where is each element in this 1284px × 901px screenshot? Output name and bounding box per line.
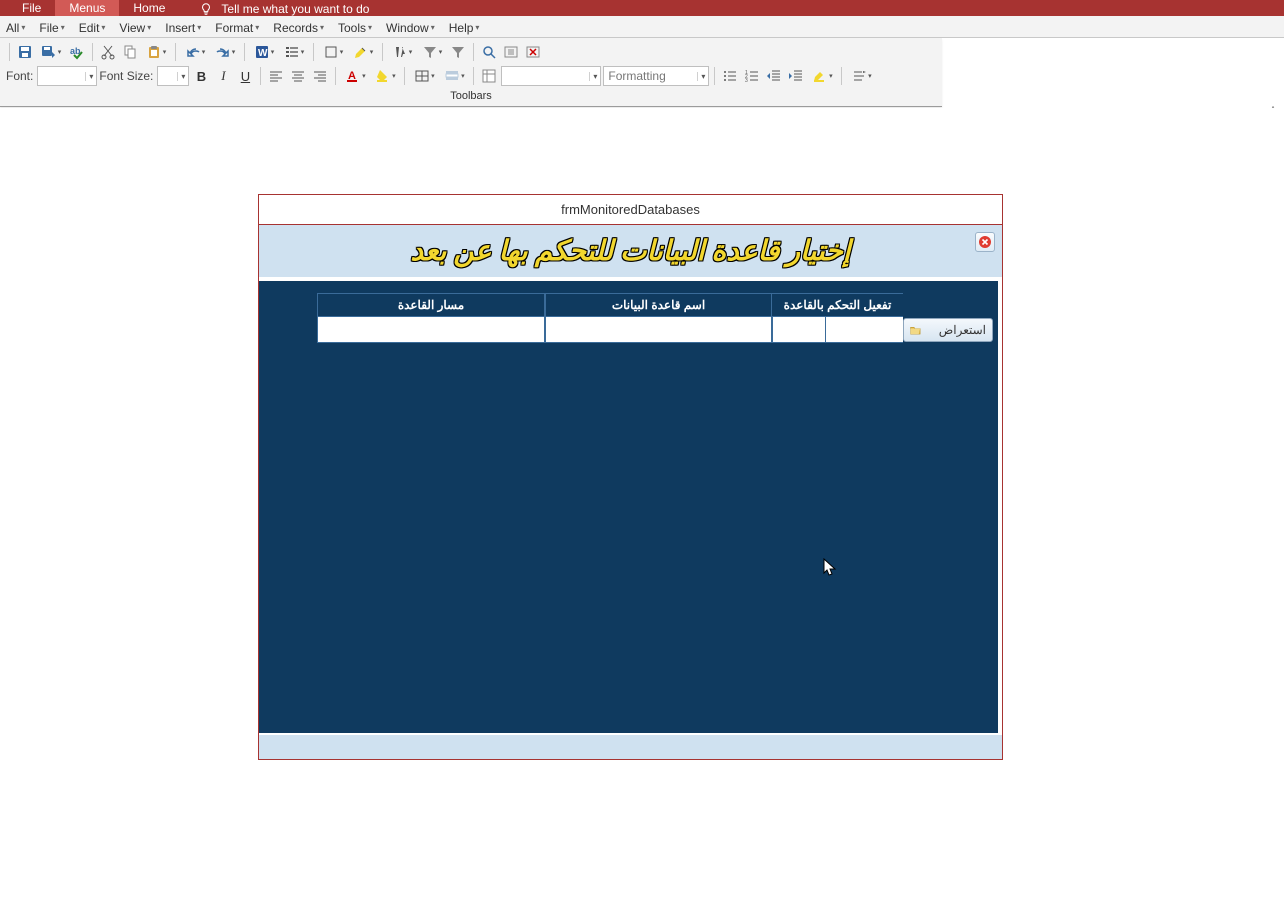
form-footer bbox=[259, 735, 1002, 759]
save-as-dropdown[interactable]: ▾ bbox=[37, 42, 65, 62]
form-titlebar: frmMonitoredDatabases bbox=[259, 195, 1002, 225]
bold-button[interactable]: B bbox=[191, 66, 211, 86]
tab-menus[interactable]: Menus bbox=[55, 0, 119, 16]
cut-button[interactable] bbox=[98, 42, 118, 62]
redo-button[interactable]: ▾ bbox=[211, 42, 239, 62]
col-enable: تفعيل التحكم بالقاعدة bbox=[771, 293, 903, 317]
align-right-button[interactable] bbox=[310, 66, 330, 86]
menu-all[interactable]: All▾ bbox=[6, 21, 25, 35]
menu-file[interactable]: File▾ bbox=[39, 21, 64, 35]
highlight-color-button[interactable]: ▾ bbox=[808, 66, 836, 86]
fill-color-button[interactable]: ▾ bbox=[371, 66, 399, 86]
menu-window[interactable]: Window▾ bbox=[386, 21, 435, 35]
close-icon bbox=[978, 235, 992, 249]
align-center-button[interactable] bbox=[288, 66, 308, 86]
col-db-name: اسم قاعدة البيانات bbox=[545, 293, 771, 317]
grid-head: تفعيل التحكم بالقاعدة اسم قاعدة البيانات… bbox=[271, 293, 995, 317]
underline-button[interactable]: U bbox=[235, 66, 255, 86]
toolbar-row-1: ▾ ab ▾ ▾ ▾ W▾ ▾ ▾ ▾ ▾ ▾ bbox=[4, 40, 938, 64]
menu-insert[interactable]: Insert▾ bbox=[165, 21, 201, 35]
canvas: frmMonitoredDatabases إختيار قاعدة البيا… bbox=[0, 108, 1284, 901]
paste-button[interactable]: ▾ bbox=[142, 42, 170, 62]
browse-button[interactable]: استعراض bbox=[903, 318, 993, 342]
grid-area: تفعيل التحكم بالقاعدة اسم قاعدة البيانات… bbox=[259, 281, 998, 733]
menu-records[interactable]: Records▾ bbox=[273, 21, 324, 35]
toolbar-row-2: Font: ▾ Font Size: ▾ B I U A▾ ▾ ▾ ▾ ▾ Fo… bbox=[4, 64, 938, 88]
folder-icon bbox=[910, 323, 921, 337]
new-record-button[interactable] bbox=[501, 42, 521, 62]
highlight-button[interactable]: ▾ bbox=[349, 42, 377, 62]
cell-db-name[interactable] bbox=[545, 317, 771, 343]
gridlines-button[interactable]: ▾ bbox=[410, 66, 438, 86]
lightbulb-icon bbox=[199, 2, 213, 16]
copy-button[interactable] bbox=[120, 42, 140, 62]
decrease-indent-button[interactable] bbox=[764, 66, 784, 86]
grid-table: تفعيل التحكم بالقاعدة اسم قاعدة البيانات… bbox=[271, 293, 995, 343]
col-db-path: مسار القاعدة bbox=[317, 293, 545, 317]
font-label: Font: bbox=[6, 69, 33, 83]
menu-help[interactable]: Help▾ bbox=[449, 21, 480, 35]
menu-format[interactable]: Format▾ bbox=[215, 21, 259, 35]
alt-fill-button[interactable]: ▾ bbox=[440, 66, 468, 86]
filter-button[interactable]: ▾ bbox=[418, 42, 446, 62]
sort-button[interactable]: ▾ bbox=[388, 42, 416, 62]
font-size-combo[interactable]: ▾ bbox=[157, 66, 189, 86]
svg-text:W: W bbox=[258, 48, 268, 59]
filter-toggle-button[interactable] bbox=[448, 42, 468, 62]
datasheet-button[interactable] bbox=[479, 66, 499, 86]
text-direction-button[interactable]: ▾ bbox=[847, 66, 875, 86]
toolbar-group-label: Toolbars bbox=[4, 88, 938, 106]
font-color-button[interactable]: A▾ bbox=[341, 66, 369, 86]
menu-tools[interactable]: Tools▾ bbox=[338, 21, 372, 35]
tab-file[interactable]: File bbox=[8, 0, 55, 16]
col-browse bbox=[903, 293, 995, 317]
shape-button[interactable]: ▾ bbox=[319, 42, 347, 62]
form-header: إختيار قاعدة البيانات للتحكم بها عن بعد bbox=[259, 225, 1002, 277]
toolbar-area: ▾ ab ▾ ▾ ▾ W▾ ▾ ▾ ▾ ▾ ▾ Font: ▾ Font Siz… bbox=[0, 38, 942, 107]
tab-home[interactable]: Home bbox=[119, 0, 179, 16]
close-button[interactable] bbox=[975, 232, 995, 252]
save-button[interactable] bbox=[15, 42, 35, 62]
list-button[interactable]: ▾ bbox=[280, 42, 308, 62]
spell-check-button[interactable]: ab bbox=[67, 42, 87, 62]
cell-db-path[interactable] bbox=[317, 317, 545, 343]
increase-indent-button[interactable] bbox=[786, 66, 806, 86]
find-button[interactable] bbox=[479, 42, 499, 62]
svg-text:3: 3 bbox=[745, 78, 748, 84]
align-left-button[interactable] bbox=[266, 66, 286, 86]
form-window: frmMonitoredDatabases إختيار قاعدة البيا… bbox=[258, 194, 1003, 760]
object-combo[interactable]: ▾ bbox=[501, 66, 601, 86]
undo-button[interactable]: ▾ bbox=[181, 42, 209, 62]
form-header-title: إختيار قاعدة البيانات للتحكم بها عن بعد bbox=[410, 234, 850, 268]
ribbon-tabs: File Menus Home Tell me what you want to… bbox=[0, 0, 1284, 16]
link-button[interactable]: W▾ bbox=[250, 42, 278, 62]
cell-enable[interactable] bbox=[771, 317, 903, 343]
bullets-button[interactable] bbox=[720, 66, 740, 86]
form-window-title: frmMonitoredDatabases bbox=[561, 202, 700, 217]
formatting-combo[interactable]: Formatting▾ bbox=[603, 66, 709, 86]
menu-bar: All▾ File▾ Edit▾ View▾ Insert▾ Format▾ R… bbox=[0, 16, 1284, 38]
menu-view[interactable]: View▾ bbox=[119, 21, 151, 35]
grid-row: استعراض bbox=[271, 317, 995, 343]
form-body: إختيار قاعدة البيانات للتحكم بها عن بعد … bbox=[259, 225, 1002, 759]
delete-record-button[interactable] bbox=[523, 42, 543, 62]
tell-me-search[interactable]: Tell me what you want to do bbox=[179, 2, 369, 16]
font-combo[interactable]: ▾ bbox=[37, 66, 97, 86]
menu-edit[interactable]: Edit▾ bbox=[79, 21, 106, 35]
browse-label: استعراض bbox=[939, 323, 986, 337]
numbering-button[interactable]: 123 bbox=[742, 66, 762, 86]
tell-me-label: Tell me what you want to do bbox=[221, 2, 369, 16]
italic-button[interactable]: I bbox=[213, 66, 233, 86]
font-size-label: Font Size: bbox=[99, 69, 153, 83]
